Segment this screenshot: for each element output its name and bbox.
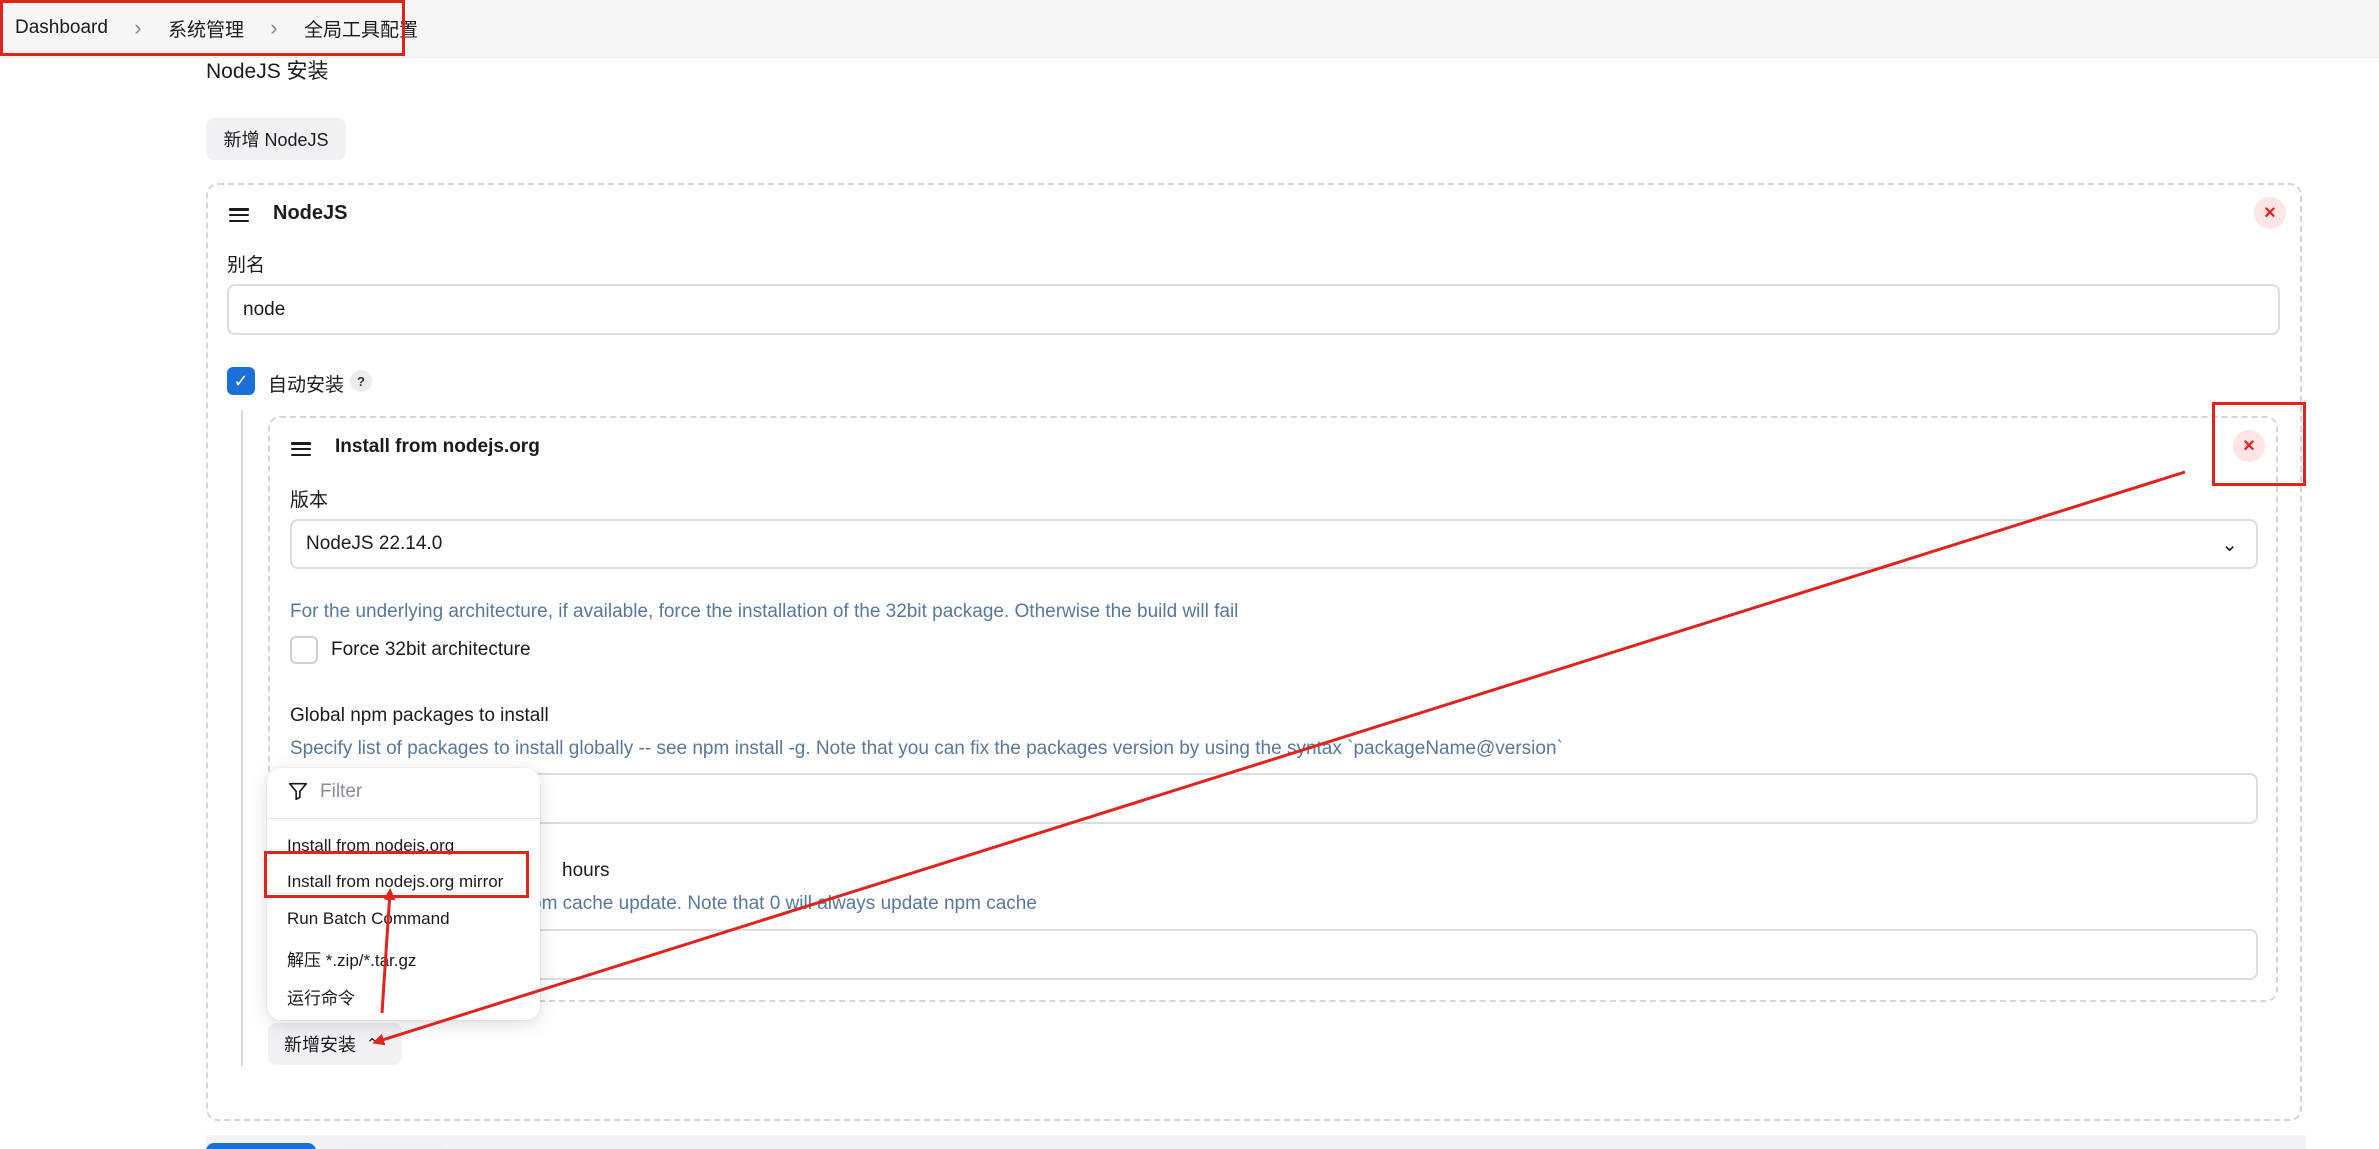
save-button-partial[interactable]	[206, 1143, 316, 1149]
annotation-arrows	[372, 470, 2186, 1046]
bottom-bar	[206, 1135, 2306, 1149]
apply-button-partial[interactable]	[336, 1143, 446, 1149]
annotation-arrow-to-add-button	[372, 470, 2186, 1046]
annotation-arrow-to-mirror-item	[380, 888, 396, 1014]
